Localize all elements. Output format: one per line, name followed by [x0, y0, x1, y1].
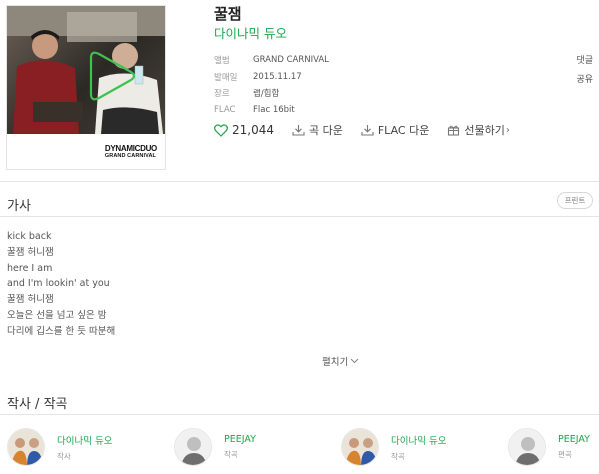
- meta-value: 랩/힙합: [253, 89, 280, 100]
- credit-name[interactable]: 다이나믹 듀오: [57, 433, 112, 447]
- gift-label: 선물하기: [464, 124, 505, 137]
- lyrics-line: here I am: [7, 262, 53, 274]
- peejay-avatar-illustration: [175, 429, 211, 465]
- download-icon: [361, 125, 374, 136]
- like-button[interactable]: 21,044: [214, 123, 274, 137]
- credits-divider: [0, 414, 599, 415]
- download-icon: [292, 125, 305, 136]
- credit-role: 작곡: [224, 450, 238, 459]
- expand-label: 펼치기: [322, 357, 349, 368]
- download-label: 곡 다운: [309, 124, 343, 137]
- lyrics-line: kick back: [7, 231, 52, 242]
- credit-info: 다이나믹 듀오 작사: [57, 433, 112, 462]
- meta-value: 2015.11.17: [253, 71, 302, 82]
- credit-role: 작곡: [391, 451, 405, 461]
- play-outline-icon[interactable]: [7, 6, 166, 134]
- credits-list: 다이나믹 듀오 작사 PEEJAY 작곡 다이나믹 듀오 작곡 PEEJAY 편…: [0, 428, 599, 474]
- meta-value: Flac 16bit: [253, 104, 295, 115]
- credit-item[interactable]: 다이나믹 듀오 작곡: [341, 428, 446, 466]
- credits-section-title: 작사 / 작곡: [7, 397, 68, 412]
- header-divider: [0, 181, 599, 182]
- album-brand-line2: GRAND CARNIVAL: [104, 152, 156, 159]
- meta-key: 앨범: [214, 56, 230, 67]
- chevron-right-icon: ›: [505, 124, 510, 136]
- lyrics-line: 오늘은 선을 넘고 싶은 밤: [7, 309, 107, 321]
- heart-outline-icon: [214, 123, 228, 137]
- share-link[interactable]: 공유: [576, 71, 593, 90]
- avatar[interactable]: [7, 428, 45, 466]
- peejay-avatar-illustration: [509, 429, 545, 465]
- comment-link[interactable]: 댓글: [576, 52, 593, 71]
- meta-key: 발매일: [214, 72, 238, 83]
- meta-row-genre: 장르 랩/힙합: [214, 85, 329, 102]
- song-title: 꿀잼: [214, 5, 242, 23]
- like-count: 21,044: [232, 123, 274, 137]
- lyrics-section-title: 가사: [7, 199, 31, 214]
- lyrics-body: kick back 꿀잼 허니잼 here I am and I'm looki…: [7, 229, 115, 340]
- credit-item[interactable]: PEEJAY 편곡: [508, 428, 590, 466]
- meta-row-release-date: 발매일 2015.11.17: [214, 69, 329, 86]
- credit-name[interactable]: 다이나믹 듀오: [391, 433, 446, 447]
- album-brand-text: DYNAMICDUO GRAND CARNIVAL: [104, 143, 157, 160]
- lyrics-line: 다리에 깁스를 한 듯 따분해: [7, 325, 116, 337]
- credit-info: PEEJAY 편곡: [558, 434, 590, 460]
- expand-lyrics-button[interactable]: 펼치기: [322, 354, 359, 368]
- credit-item[interactable]: 다이나믹 듀오 작사: [7, 428, 112, 466]
- duo-avatar-illustration: [342, 429, 378, 465]
- credit-info: PEEJAY 작곡: [224, 434, 256, 460]
- meta-key: FLAC: [214, 104, 236, 115]
- artist-link[interactable]: 다이나믹 듀오: [214, 23, 287, 42]
- avatar[interactable]: [174, 428, 212, 466]
- credit-role: 작사: [57, 451, 71, 461]
- lyrics-line: and I'm lookin' at you: [7, 278, 110, 290]
- credit-item[interactable]: PEEJAY 작곡: [174, 428, 256, 466]
- gift-button[interactable]: 선물하기 ›: [447, 122, 510, 138]
- meta-row-album: 앨범 GRAND CARNIVAL: [214, 52, 329, 69]
- lyrics-divider: [0, 216, 599, 217]
- download-button[interactable]: 곡 다운: [292, 122, 343, 138]
- flac-download-button[interactable]: FLAC 다운: [361, 122, 429, 138]
- album-brand-line1: DYNAMICDUO: [104, 143, 157, 153]
- album-cover[interactable]: DYNAMICDUO GRAND CARNIVAL: [6, 5, 166, 170]
- credit-role: 편곡: [558, 450, 572, 459]
- gift-icon: [448, 125, 460, 136]
- duo-avatar-illustration: [8, 429, 44, 465]
- lyrics-line: 꿀잼 허니잼: [7, 246, 54, 258]
- credit-name[interactable]: PEEJAY: [558, 434, 590, 445]
- flac-download-label: FLAC 다운: [377, 124, 430, 137]
- credit-name[interactable]: PEEJAY: [224, 434, 256, 445]
- side-links: 댓글 공유: [576, 52, 593, 90]
- album-name-link[interactable]: GRAND CARNIVAL: [253, 55, 329, 65]
- print-button[interactable]: 프린트: [557, 192, 593, 209]
- credit-info: 다이나믹 듀오 작곡: [391, 433, 446, 462]
- avatar[interactable]: [341, 428, 379, 466]
- avatar[interactable]: [508, 428, 546, 466]
- meta-key: 장르: [214, 89, 230, 100]
- action-bar: 21,044 곡 다운 FLAC 다운 선물하기 ›: [214, 120, 528, 140]
- meta-row-flac: FLAC Flac 16bit: [214, 102, 329, 119]
- album-cover-photo: [7, 6, 166, 134]
- song-meta: 앨범 GRAND CARNIVAL 발매일 2015.11.17 장르 랩/힙합…: [214, 52, 329, 118]
- lyrics-line: 꿀잼 허니잼: [7, 294, 54, 306]
- chevron-down-icon: [350, 358, 359, 364]
